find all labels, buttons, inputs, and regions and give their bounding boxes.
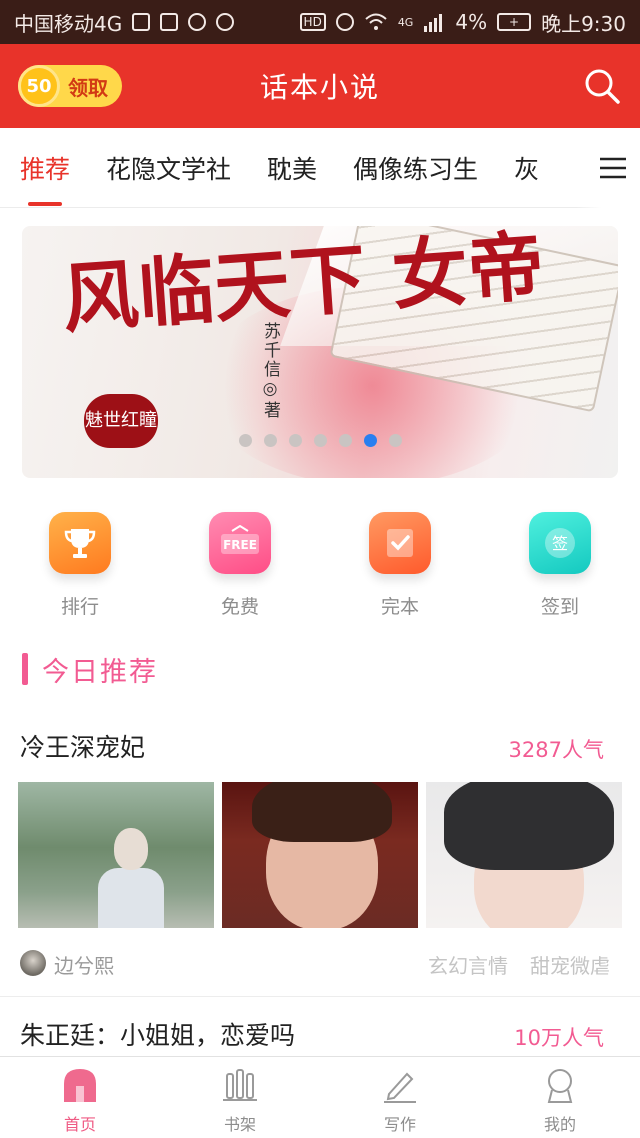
cover-image <box>18 782 214 928</box>
signal-icon <box>424 14 443 32</box>
nav-home-label: 首页 <box>63 1115 96 1134</box>
menu-icon <box>600 157 626 179</box>
cover-figure <box>98 868 164 928</box>
clock: 晚上9:30 <box>541 11 626 36</box>
sign-in-button[interactable]: 签 签到 <box>480 512 640 622</box>
home-icon <box>60 1065 100 1105</box>
carousel-indicator <box>22 434 618 447</box>
coin-count: 50 <box>26 75 52 97</box>
completed-button[interactable]: 完本 <box>320 512 480 622</box>
banner-author: 苏千信◎著 <box>260 322 280 420</box>
profile-icon <box>540 1065 580 1105</box>
sign-in-badge-text: 签 <box>552 534 568 553</box>
author-name: 边兮熙 <box>54 954 114 978</box>
shield-icon <box>188 13 207 31</box>
nav-home[interactable]: 首页 <box>0 1057 160 1138</box>
carousel-dot <box>263 434 277 447</box>
carousel-dot-active <box>363 434 377 447</box>
section-title: 今日推荐 <box>42 656 158 688</box>
search-icon[interactable] <box>582 66 622 106</box>
cover-hair <box>444 782 614 870</box>
author-avatar <box>20 950 46 976</box>
carrier-label: 中国移动4G <box>14 11 123 36</box>
nav-profile[interactable]: 我的 <box>480 1057 640 1138</box>
wifi-icon <box>365 13 387 30</box>
book-title[interactable]: 冷王深宠妃 <box>20 728 145 764</box>
sim-icon <box>132 13 151 31</box>
status-bar: 中国移动4G HD 4G 4% + 晚上9:30 <box>0 0 640 44</box>
popularity-count: 3287人气 <box>508 738 604 762</box>
nav-bookshelf-label: 书架 <box>223 1115 256 1134</box>
quick-actions: 排行 FREE 免费 完本 签 签到 <box>0 512 640 622</box>
nav-write-label: 写作 <box>383 1115 416 1134</box>
book-title[interactable]: 朱正廷：小姐姐，恋爱吗 <box>20 1016 295 1052</box>
free-tag-icon: FREE <box>209 512 271 574</box>
section-header: 今日推荐 <box>22 652 158 688</box>
tab-menu-button[interactable] <box>576 128 640 208</box>
coin-icon: 50 <box>18 65 60 107</box>
eye-icon <box>335 13 354 31</box>
ranking-button[interactable]: 排行 <box>0 512 160 622</box>
free-button[interactable]: FREE 免费 <box>160 512 320 622</box>
app-title: 话本小说 <box>259 71 380 104</box>
tab-idol-trainee[interactable]: 偶像练习生 <box>353 128 478 208</box>
popularity-count: 10万人气 <box>514 1026 604 1050</box>
completed-label: 完本 <box>380 596 419 618</box>
tab-huayin-literary[interactable]: 花隐文学社 <box>106 128 231 208</box>
genre-tags: 玄幻言情 甜宠微虐 <box>428 950 610 979</box>
app-bar: 50 领取 话本小说 <box>0 44 640 128</box>
pen-icon <box>380 1065 420 1105</box>
nav-bookshelf[interactable]: 书架 <box>160 1057 320 1138</box>
ranking-label: 排行 <box>60 596 99 618</box>
category-tabs: 推荐 花隐文学社 耽美 偶像练习生 灰 <box>0 128 640 208</box>
sign-in-icon: 签 <box>529 512 591 574</box>
bottom-nav: 首页 书架 写作 我的 <box>0 1056 640 1138</box>
carousel-dot <box>288 434 302 447</box>
genre-tag: 玄幻言情 <box>428 954 508 978</box>
tab-recommend[interactable]: 推荐 <box>20 128 70 208</box>
genre-tag: 甜宠微虐 <box>530 954 610 978</box>
tab-partial[interactable]: 灰 <box>514 128 539 208</box>
bookshelf-icon <box>220 1065 260 1105</box>
carousel-dot <box>388 434 402 447</box>
check-note-icon <box>369 512 431 574</box>
cover-hair <box>252 782 392 842</box>
app-notification-icon <box>216 13 235 31</box>
carousel-dot <box>338 434 352 447</box>
nav-write[interactable]: 写作 <box>320 1057 480 1138</box>
reward-button[interactable]: 50 领取 <box>18 65 122 107</box>
book-cover-gallery[interactable] <box>18 782 622 928</box>
cover-image <box>222 782 418 928</box>
cover-face <box>114 828 148 870</box>
trophy-icon <box>49 512 111 574</box>
battery-icon: + <box>497 13 532 31</box>
reward-label: 领取 <box>68 75 108 100</box>
hd-icon: HD <box>299 13 326 31</box>
network-type-label: 4G <box>397 15 414 29</box>
message-icon <box>160 13 179 31</box>
free-badge-text: FREE <box>223 538 257 552</box>
cover-image <box>426 782 622 928</box>
banner-carousel[interactable]: 风临天下 女帝 魅世红瞳 苏千信◎著 <box>22 226 618 478</box>
battery-percent: 4% <box>455 10 488 34</box>
carousel-dot <box>238 434 252 447</box>
sign-in-label: 签到 <box>540 596 579 618</box>
carousel-dot <box>313 434 327 447</box>
section-accent-bar <box>22 653 28 685</box>
tab-danmei[interactable]: 耽美 <box>267 128 317 208</box>
nav-profile-label: 我的 <box>543 1115 576 1134</box>
free-label: 免费 <box>220 596 259 618</box>
divider <box>0 996 640 997</box>
